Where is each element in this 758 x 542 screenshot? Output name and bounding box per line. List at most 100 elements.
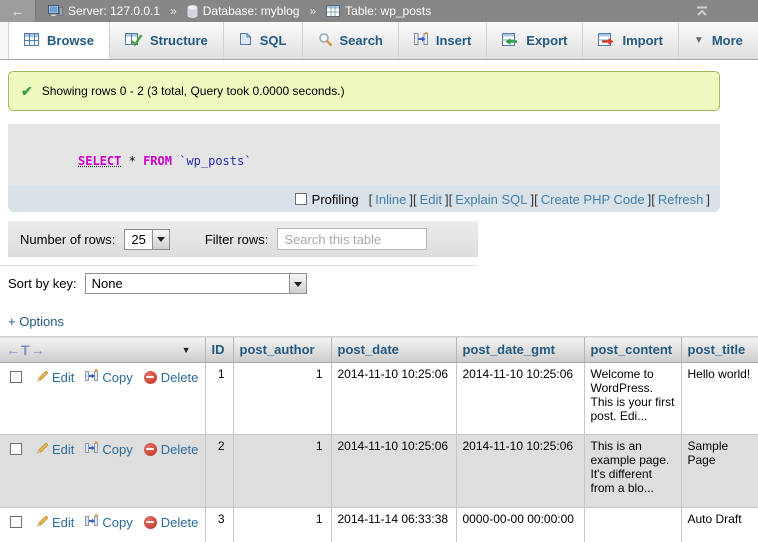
table-header-row: ←T→ ▼ ID post_author post_date post_date… — [0, 337, 758, 363]
copy-row-link[interactable]: Copy — [85, 369, 132, 385]
sql-table-identifier: `wp_posts` — [179, 154, 251, 168]
server-icon — [48, 5, 63, 18]
bracket: [ — [449, 192, 453, 207]
num-rows-value: 25 — [125, 230, 151, 249]
tab-structure[interactable]: Structure — [110, 22, 224, 59]
cell-post-date-gmt: 0000-00-00 00:00:00 — [456, 508, 584, 542]
column-reorder-handle[interactable]: ←T→ — [6, 342, 46, 358]
explain-sql-link[interactable]: Explain SQL — [455, 192, 527, 207]
copy-icon — [85, 514, 98, 530]
tab-search[interactable]: Search — [303, 22, 399, 59]
cell-post-author: 1 — [233, 435, 331, 508]
copy-row-link[interactable]: Copy — [85, 514, 132, 530]
tab-bar: Browse Structure SQL Search Insert Expor… — [0, 22, 758, 60]
edit-row-link[interactable]: Edit — [35, 441, 74, 457]
edit-row-link[interactable]: Edit — [35, 514, 74, 530]
cell-id: 1 — [205, 363, 233, 435]
cell-post-title: Sample Page — [681, 435, 758, 508]
copy-icon — [85, 369, 98, 385]
row-checkbox[interactable] — [10, 371, 22, 383]
pencil-icon — [35, 441, 48, 457]
breadcrumb: Server: 127.0.0.1 » Database: myblog » T… — [48, 4, 431, 18]
back-button[interactable]: ← — [0, 0, 36, 22]
tab-insert[interactable]: Insert — [399, 22, 487, 59]
tab-export[interactable]: Export — [487, 22, 583, 59]
sql-query-display: SELECT * FROM `wp_posts` — [8, 124, 720, 186]
sql-keyword-from: FROM — [143, 154, 172, 168]
status-message: ✔ Showing rows 0 - 2 (3 total, Query too… — [8, 71, 720, 111]
cell-post-author: 1 — [233, 508, 331, 542]
bracket: [ — [413, 192, 417, 207]
inline-link[interactable]: Inline — [375, 192, 406, 207]
bracket: [ — [369, 192, 373, 207]
export-icon — [502, 33, 518, 49]
select-dropdown-button — [152, 230, 169, 249]
cell-post-title: Auto Draft — [681, 508, 758, 542]
select-dropdown-button — [289, 274, 306, 293]
filter-rows-input[interactable] — [277, 228, 427, 250]
row-checkbox[interactable] — [10, 516, 22, 528]
column-header-post-date-gmt[interactable]: post_date_gmt — [456, 337, 584, 363]
tab-label: Import — [622, 33, 662, 48]
cell-post-content — [584, 508, 681, 542]
table-row: Edit Copy Delete 3 1 2014-11-14 06:33:38… — [0, 508, 758, 542]
bracket: [ — [651, 192, 655, 207]
structure-icon — [125, 32, 142, 49]
refresh-link[interactable]: Refresh — [658, 192, 704, 207]
profiling-checkbox[interactable] — [295, 193, 307, 205]
delete-row-link[interactable]: Delete — [144, 442, 199, 457]
copy-row-link[interactable]: Copy — [85, 441, 132, 457]
tab-more[interactable]: ▼ More — [679, 22, 758, 59]
cell-post-date: 2014-11-10 10:25:06 — [331, 435, 456, 508]
cell-post-content: This is an example page. It's different … — [584, 435, 681, 508]
column-header-post-content[interactable]: post_content — [584, 337, 681, 363]
query-actions-bar: Profiling [ Inline ] [ Edit ] [ Explain … — [8, 186, 720, 212]
sql-keyword-select: SELECT — [78, 154, 121, 168]
database-icon — [187, 5, 198, 18]
query-box: SELECT * FROM `wp_posts` Profiling [ Inl… — [8, 124, 720, 212]
status-message-text: Showing rows 0 - 2 (3 total, Query took … — [42, 84, 345, 98]
bracket: [ — [534, 192, 538, 207]
cell-post-content: Welcome to WordPress. This is your first… — [584, 363, 681, 435]
edit-row-link[interactable]: Edit — [35, 369, 74, 385]
sort-key-value: None — [86, 274, 289, 293]
tab-label: Search — [340, 33, 383, 48]
row-checkbox[interactable] — [10, 443, 22, 455]
search-icon — [318, 32, 332, 49]
collapse-icon[interactable] — [694, 6, 710, 16]
column-header-post-title[interactable]: post_title — [681, 337, 758, 363]
breadcrumb-separator: » — [170, 4, 177, 18]
tab-label: More — [712, 33, 743, 48]
chevron-down-icon: ▼ — [694, 35, 704, 46]
tab-label: Export — [526, 33, 567, 48]
create-php-code-link[interactable]: Create PHP Code — [541, 192, 645, 207]
tab-browse[interactable]: Browse — [8, 22, 110, 59]
tab-sql[interactable]: SQL — [224, 22, 303, 59]
actions-dropdown-icon[interactable]: ▼ — [182, 345, 191, 355]
tab-label: SQL — [260, 33, 287, 48]
delete-icon — [144, 443, 157, 456]
breadcrumb-bar: ← Server: 127.0.0.1 » Database: myblog »… — [0, 0, 758, 22]
breadcrumb-table[interactable]: Table: wp_posts — [345, 4, 431, 18]
breadcrumb-server[interactable]: Server: 127.0.0.1 — [68, 4, 160, 18]
rows-control-bar: Number of rows: 25 Filter rows: — [8, 221, 478, 257]
import-icon — [598, 33, 614, 49]
cell-id: 2 — [205, 435, 233, 508]
column-header-id[interactable]: ID — [205, 337, 233, 363]
sort-key-select[interactable]: None — [85, 273, 307, 294]
num-rows-label: Number of rows: — [20, 232, 115, 247]
pencil-icon — [35, 514, 48, 530]
back-arrow-icon: ← — [11, 3, 25, 19]
column-header-post-author[interactable]: post_author — [233, 337, 331, 363]
edit-query-link[interactable]: Edit — [420, 192, 442, 207]
cell-post-date-gmt: 2014-11-10 10:25:06 — [456, 435, 584, 508]
tab-import[interactable]: Import — [583, 22, 678, 59]
cell-post-author: 1 — [233, 363, 331, 435]
delete-row-link[interactable]: Delete — [144, 515, 199, 530]
table-row: Edit Copy Delete 2 1 2014-11-10 10:25:06… — [0, 435, 758, 508]
delete-row-link[interactable]: Delete — [144, 370, 199, 385]
num-rows-select[interactable]: 25 — [124, 229, 169, 250]
options-toggle-link[interactable]: + Options — [8, 314, 64, 329]
breadcrumb-database[interactable]: Database: myblog — [203, 4, 300, 18]
column-header-post-date[interactable]: post_date — [331, 337, 456, 363]
